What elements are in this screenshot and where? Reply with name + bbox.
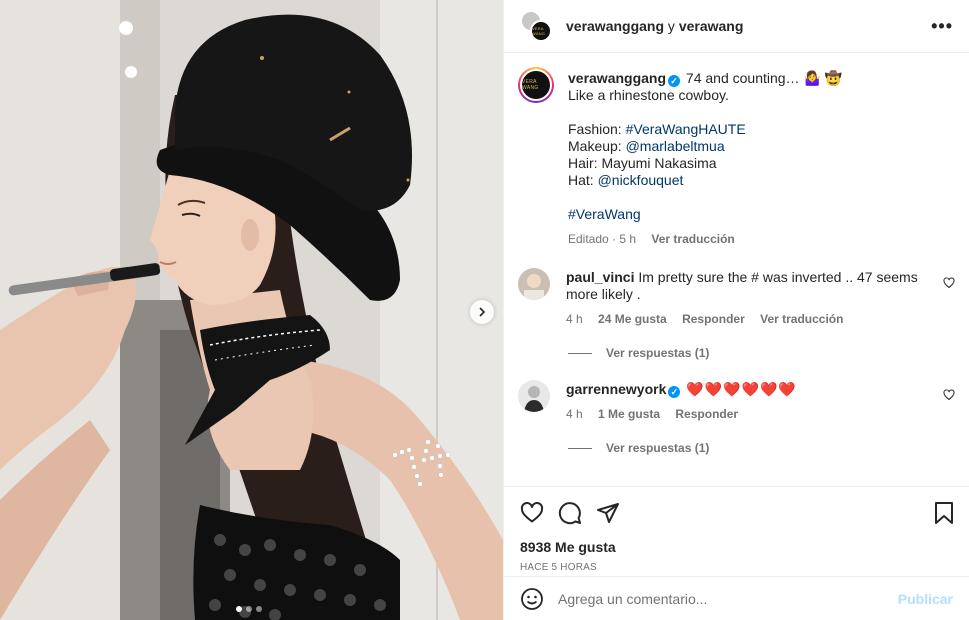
add-comment-bar: Publicar [504,576,969,620]
heart-icon [520,501,544,523]
carousel-dot [246,606,252,612]
comment-username[interactable]: paul_vinci [566,269,634,285]
reply-button[interactable]: Responder [675,407,738,421]
carousel-dot [236,606,242,612]
emoji-button[interactable] [520,587,544,611]
caption-text: Like a rhinestone cowboy. [568,87,729,103]
collab-avatars[interactable]: VERA WANG [520,10,552,42]
share-button[interactable] [596,501,620,525]
edited-timestamp: Editado · 5 h [568,232,637,246]
heart-icon [943,389,955,401]
mention-link[interactable]: @nickfouquet [598,172,684,188]
comment-time: 4 h [566,312,583,326]
story-ring-avatar[interactable]: VERA WANG [518,67,554,103]
heart-icon [943,277,955,289]
verified-badge-icon: ✓ [668,386,681,398]
avatar: VERA WANG [520,69,552,101]
publish-button[interactable]: Publicar [898,591,953,607]
chevron-right-icon [479,307,486,317]
comments-section[interactable]: VERA WANG verawanggang ✓ 74 and counting…… [504,53,969,486]
comment-meta: 4 h 1 Me gusta Responder [566,406,931,423]
caption-text: Hair: Mayumi Nakasima [568,155,717,171]
post-actions: 8938 Me gusta HACE 5 HORAS [504,486,969,576]
verified-badge-icon: ✓ [668,75,681,87]
post-photo [0,0,503,620]
author-link[interactable]: verawanggang [566,18,664,34]
comment-likes[interactable]: 24 Me gusta [598,312,667,326]
comment-button[interactable] [558,501,582,525]
caption-label: Fashion: [568,121,626,137]
comment-meta: 4 h 24 Me gusta Responder Ver traducción [566,311,931,328]
caption-label: Hat: [568,172,598,188]
post-age: HACE 5 HORAS [520,562,597,573]
comment-text: ❤️❤️❤️❤️❤️❤️ [686,381,797,397]
caption-body: verawanggang ✓ 74 and counting… 🤷‍♀️ 🤠 Li… [568,67,842,248]
like-button[interactable] [520,501,544,525]
comment-item: garrennewyork ✓ ❤️❤️❤️❤️❤️❤️ 4 h 1 Me gus… [518,380,957,423]
avatar[interactable] [518,268,550,300]
reply-button[interactable]: Responder [682,312,745,326]
view-replies-label: Ver respuestas (1) [606,441,710,455]
emoji-icon [521,587,543,610]
comment-input[interactable] [558,590,898,607]
next-image-button[interactable] [470,300,494,324]
post-side-panel: VERA WANG verawanggang y verawang ••• VE… [503,0,969,620]
view-replies-button[interactable]: Ver respuestas (1) [568,441,957,455]
hashtag-link[interactable]: #VeraWang [568,206,842,223]
view-replies-label: Ver respuestas (1) [606,346,710,360]
comment-username[interactable]: garrennewyork [566,381,666,397]
instagram-post-view: VERA WANG verawanggang y verawang ••• VE… [0,0,969,620]
save-button[interactable] [933,501,955,525]
post-media[interactable] [0,0,503,620]
author-link[interactable]: verawang [679,18,744,34]
caption-meta: Editado · 5 h Ver traducción [568,231,842,248]
like-comment-button[interactable] [943,388,955,404]
post-header: VERA WANG verawanggang y verawang ••• [504,0,969,53]
like-comment-button[interactable] [943,276,955,292]
post-caption: VERA WANG verawanggang ✓ 74 and counting…… [518,67,957,248]
avatar: VERA WANG [530,20,552,42]
more-options-button[interactable]: ••• [931,17,953,35]
mention-link[interactable]: @marlabeltmua [626,138,725,154]
avatar[interactable] [518,380,550,412]
view-replies-button[interactable]: Ver respuestas (1) [568,346,957,360]
paper-plane-icon [597,503,619,523]
caption-username[interactable]: verawanggang [568,70,666,86]
like-count[interactable]: 8938 Me gusta [520,539,955,555]
comment-icon [558,502,581,525]
caption-text: 74 and counting… 🤷‍♀️ 🤠 [682,70,843,86]
hashtag-link[interactable]: #VeraWangHAUTE [626,121,746,137]
comment-likes[interactable]: 1 Me gusta [598,407,660,421]
caption-label: Makeup: [568,138,626,154]
bookmark-icon [935,502,953,524]
carousel-indicator [236,606,262,612]
comment-time: 4 h [566,407,583,421]
carousel-dot [256,606,262,612]
see-translation-link[interactable]: Ver traducción [760,312,843,326]
author-joiner: y [667,18,675,34]
comment-item: paul_vinci Im pretty sure the # was inve… [518,268,957,328]
post-authors: verawanggang y verawang [566,18,931,34]
see-translation-link[interactable]: Ver traducción [651,232,734,246]
